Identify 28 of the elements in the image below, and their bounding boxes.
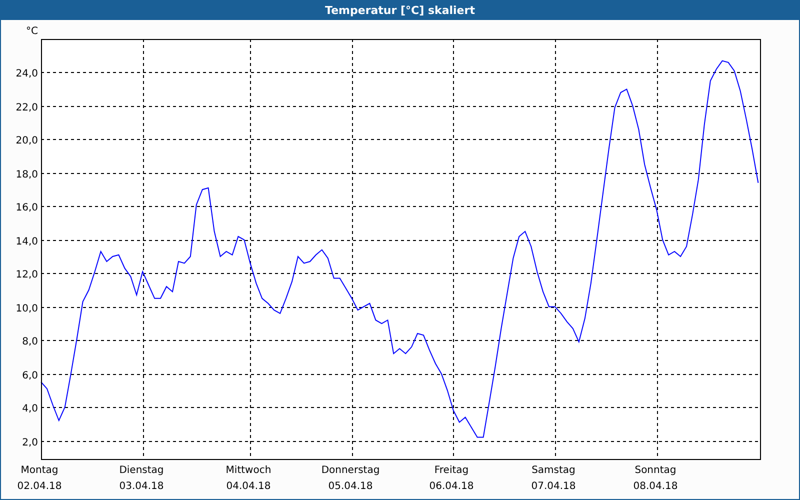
window-title: Temperatur [°C] skaliert (325, 4, 475, 16)
date-label: 02.04.18 (17, 481, 62, 492)
date-label: 05.04.18 (328, 481, 373, 492)
date-label: 04.04.18 (226, 481, 271, 492)
x-axis-label: Mittwoch (226, 465, 272, 476)
y-axis-label: 16,0 (16, 202, 38, 214)
x-axis-label: Montag (20, 465, 58, 476)
y-axis-label: 10,0 (16, 304, 38, 314)
unit-label: °C (26, 26, 38, 37)
date-label: 08.04.18 (633, 481, 678, 492)
date-label: 07.04.18 (531, 481, 576, 492)
y-axis-label: 22,0 (16, 102, 38, 114)
y-axis-label: 14,0 (16, 236, 38, 248)
x-axis-label: Donnerstag (321, 465, 380, 476)
date-label: 03.04.18 (119, 481, 164, 492)
x-axis-label: Dienstag (119, 465, 164, 476)
y-axis-label: 2,0 (22, 438, 38, 448)
x-axis-label: Freitag (434, 465, 469, 476)
x-axis-label: Samstag (532, 465, 576, 476)
y-axis-label: 24,0 (16, 68, 38, 80)
x-axis-label: Sonntag (634, 465, 676, 476)
y-axis-label: 6,0 (22, 370, 38, 382)
y-axis-label: 20,0 (16, 136, 38, 146)
y-axis-label: 8,0 (22, 336, 38, 348)
y-axis-label: 4,0 (22, 404, 38, 414)
date-label: 06.04.18 (429, 481, 474, 492)
y-axis-label: 18,0 (16, 170, 38, 180)
y-axis-label: 12,0 (16, 270, 38, 280)
